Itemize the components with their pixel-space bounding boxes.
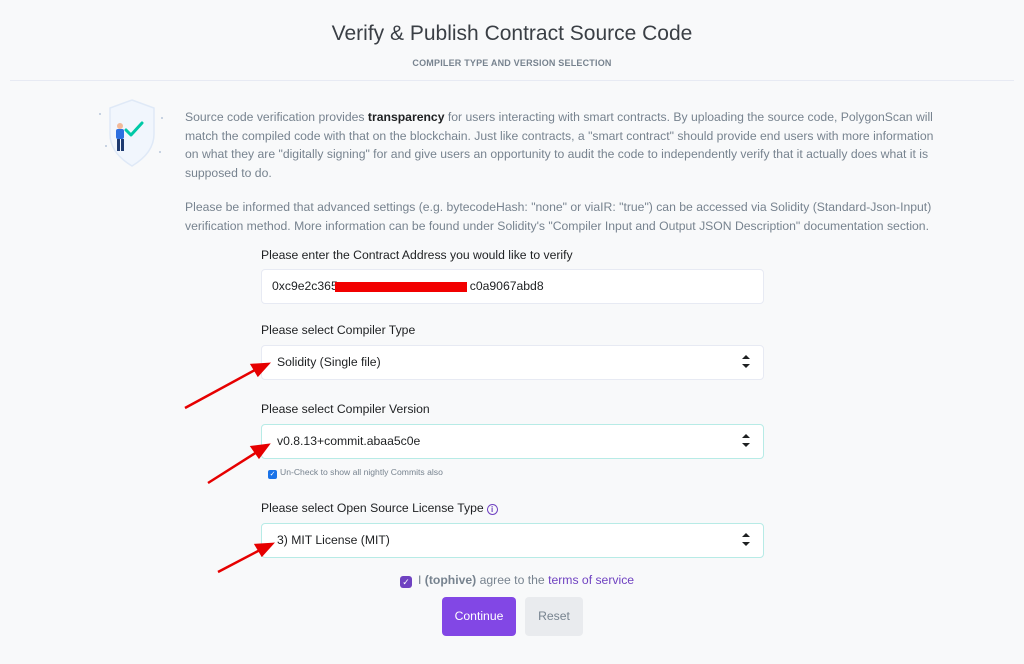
compiler-type-label: Please select Compiler Type <box>261 323 416 337</box>
red-annotation-arrows <box>184 362 275 574</box>
address-suffix: c0a9067abd8 <box>469 279 544 293</box>
terms-of-service-link[interactable]: terms of service <box>548 573 634 587</box>
agree-checkbox[interactable]: ✓ <box>400 576 412 588</box>
license-type-label: Please select Open Source License Type i <box>261 501 498 515</box>
nightly-commits-checkbox[interactable]: ✓ Un-Check to show all nightly Commits al… <box>268 467 443 479</box>
page-subtitle: COMPILER TYPE AND VERSION SELECTION <box>412 58 612 68</box>
contract-address-label: Please enter the Contract Address you wo… <box>261 248 573 262</box>
intro-text: Source code verification provides transp… <box>185 108 945 236</box>
header-divider <box>10 80 1014 81</box>
username: (tophive) <box>424 573 477 587</box>
reset-button[interactable]: Reset <box>525 597 583 636</box>
license-type-select[interactable]: 3) MIT License (MIT) <box>261 523 764 558</box>
info-circle-icon[interactable]: i <box>486 504 498 515</box>
compiler-version-select[interactable]: v0.8.13+commit.abaa5c0e <box>261 424 764 459</box>
intro-paragraph-2: Please be informed that advanced setting… <box>185 200 932 233</box>
redaction-mark <box>335 282 467 292</box>
compiler-type-select[interactable]: Solidity (Single file) ▲ <box>261 345 764 380</box>
address-prefix: 0xc9e2c365 <box>272 279 338 293</box>
nightly-commits-label: Un-Check to show all nightly Commits als… <box>280 467 443 477</box>
terms-agreement: ✓ I (tophive) agree to the terms of servi… <box>400 573 634 588</box>
intro-paragraph-1: Source code verification provides transp… <box>185 110 934 180</box>
contract-address-input[interactable]: 0xc9e2c365 c0a9067abd8 <box>261 269 764 304</box>
compiler-type-value: Solidity (Single file) <box>277 355 381 369</box>
checkmark-icon: ✓ <box>268 470 277 479</box>
page-title: Verify & Publish Contract Source Code <box>331 22 693 45</box>
compiler-version-value: v0.8.13+commit.abaa5c0e <box>277 434 421 448</box>
verification-shield-illustration <box>99 99 163 167</box>
compiler-version-label: Please select Compiler Version <box>261 402 430 416</box>
license-type-value: 3) MIT License (MIT) <box>277 533 390 547</box>
continue-button[interactable]: Continue <box>442 597 516 636</box>
transparency-emphasis: transparency <box>367 110 445 124</box>
